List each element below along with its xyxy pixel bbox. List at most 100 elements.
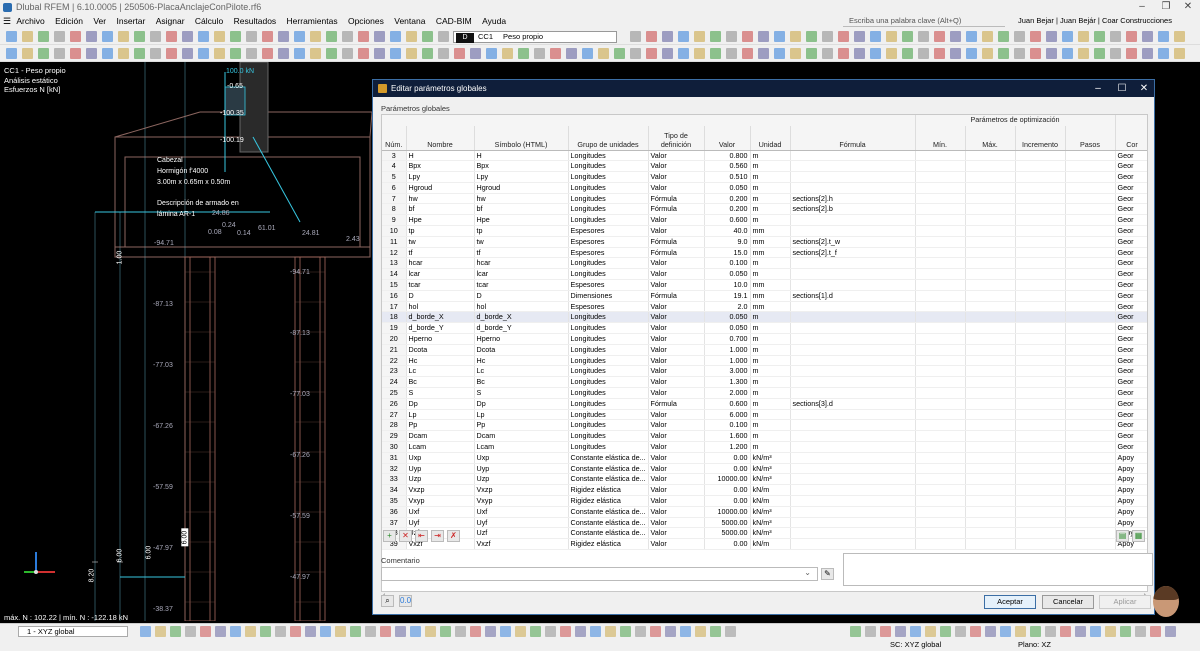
param-unit[interactable]: kN/m³ <box>750 506 791 518</box>
toolbar-tool-icon[interactable] <box>310 31 321 42</box>
snap-tool-icon[interactable] <box>895 626 906 637</box>
opt-max[interactable] <box>965 387 1016 399</box>
unit-group[interactable]: Longitudes <box>568 193 649 205</box>
param-comment[interactable]: Geor <box>1115 290 1147 302</box>
opt-max[interactable] <box>965 355 1016 367</box>
opt-steps[interactable] <box>1065 387 1116 399</box>
toolbar-tool-icon[interactable] <box>742 48 753 59</box>
opt-max[interactable] <box>965 430 1016 443</box>
param-value[interactable]: 15.0 <box>704 247 751 259</box>
row-number[interactable]: 30 <box>382 441 407 453</box>
opt-min[interactable] <box>915 398 966 410</box>
unit-group[interactable]: Longitudes <box>568 268 649 281</box>
view-tool-icon[interactable] <box>275 626 286 637</box>
toolbar-tool-icon[interactable] <box>1142 48 1153 59</box>
opt-max[interactable] <box>965 452 1016 464</box>
view-tool-icon[interactable] <box>185 626 196 637</box>
comment-edit-icon[interactable]: ✎ <box>821 568 834 580</box>
dialog-minimize-button[interactable]: – <box>1087 80 1109 97</box>
opt-steps[interactable] <box>1065 376 1116 389</box>
table-row[interactable]: 13 hcar hcar Longitudes Valor 0.100 m Geor <box>382 257 1147 270</box>
opt-increment[interactable] <box>1015 203 1066 216</box>
view-tool-icon[interactable] <box>620 626 631 637</box>
param-value[interactable]: 1.000 <box>704 344 751 356</box>
toolbar-tool-icon[interactable] <box>166 31 177 42</box>
toolbar-tool-icon[interactable] <box>150 31 161 42</box>
definition-type[interactable]: Valor <box>648 387 705 399</box>
opt-min[interactable] <box>915 203 966 216</box>
unit-group[interactable]: Longitudes <box>568 311 649 324</box>
opt-max[interactable] <box>965 193 1016 205</box>
toolbar-tool-icon[interactable] <box>374 31 385 42</box>
view-tool-icon[interactable] <box>245 626 256 637</box>
param-value[interactable]: 40.0 <box>704 225 751 237</box>
toolbar-tool-icon[interactable] <box>598 48 609 59</box>
toolbar-tool-icon[interactable] <box>374 48 385 59</box>
row-number[interactable]: 15 <box>382 279 407 291</box>
toolbar-tool-icon[interactable] <box>1014 48 1025 59</box>
snap-tool-icon[interactable] <box>1030 626 1041 637</box>
param-comment[interactable]: Geor <box>1115 236 1147 248</box>
opt-steps[interactable] <box>1065 441 1116 453</box>
opt-max[interactable] <box>965 301 1016 313</box>
view-tool-icon[interactable] <box>155 626 166 637</box>
opt-increment[interactable] <box>1015 463 1066 475</box>
param-formula[interactable] <box>790 517 916 529</box>
toolbar-tool-icon[interactable] <box>1030 31 1041 42</box>
toolbar-tool-icon[interactable] <box>406 48 417 59</box>
toolbar-tool-icon[interactable] <box>310 48 321 59</box>
param-comment[interactable]: Apoy <box>1115 495 1147 507</box>
opt-increment[interactable] <box>1015 484 1066 496</box>
param-value[interactable]: 0.600 <box>704 214 751 227</box>
param-name[interactable]: Hc <box>406 355 475 367</box>
snap-tool-icon[interactable] <box>1120 626 1131 637</box>
view-tool-icon[interactable] <box>725 626 736 637</box>
opt-increment[interactable] <box>1015 236 1066 248</box>
view-tool-icon[interactable] <box>260 626 271 637</box>
param-value[interactable]: 0.00 <box>704 495 751 507</box>
param-symbol[interactable]: Lcam <box>474 441 569 453</box>
table-row[interactable]: 26 Dp Dp Longitudes Fórmula 0.600 m sections[3]… <box>382 398 1147 410</box>
param-comment[interactable]: Apoy <box>1115 517 1147 529</box>
toolbar-tool-icon[interactable] <box>918 48 929 59</box>
toolbar-tool-icon[interactable] <box>870 31 881 42</box>
param-formula[interactable] <box>790 365 916 378</box>
opt-min[interactable] <box>915 517 966 529</box>
param-value[interactable]: 0.200 <box>704 203 751 216</box>
view-tool-icon[interactable] <box>710 626 721 637</box>
param-unit[interactable]: m <box>750 268 791 281</box>
param-value[interactable]: 1.300 <box>704 376 751 389</box>
definition-type[interactable]: Fórmula <box>648 398 705 410</box>
definition-type[interactable]: Fórmula <box>648 290 705 302</box>
opt-min[interactable] <box>915 150 966 162</box>
param-comment[interactable]: Geor <box>1115 182 1147 194</box>
toolbar-tool-icon[interactable] <box>278 31 289 42</box>
col-symbol[interactable]: Símbolo (HTML) <box>474 126 569 151</box>
param-symbol[interactable]: D <box>474 290 569 302</box>
toolbar-tool-icon[interactable] <box>1062 31 1073 42</box>
opt-steps[interactable] <box>1065 419 1116 432</box>
user-label[interactable]: Juan Bejar | Juan Bejár | Coar Construcc… <box>1018 14 1172 28</box>
opt-steps[interactable] <box>1065 150 1116 162</box>
unit-group[interactable]: Longitudes <box>568 441 649 453</box>
opt-steps[interactable] <box>1065 236 1116 248</box>
table-row[interactable]: 24 Bc Bc Longitudes Valor 1.300 m Geor <box>382 376 1147 389</box>
snap-tool-icon[interactable] <box>865 626 876 637</box>
toolbar-tool-icon[interactable] <box>182 48 193 59</box>
param-name[interactable]: Pp <box>406 419 475 432</box>
opt-min[interactable] <box>915 452 966 464</box>
opt-steps[interactable] <box>1065 463 1116 475</box>
view-tool-icon[interactable] <box>605 626 616 637</box>
snap-tool-icon[interactable] <box>955 626 966 637</box>
units-icon[interactable]: 0.0 <box>399 595 412 607</box>
definition-type[interactable]: Fórmula <box>648 236 705 248</box>
view-tool-icon[interactable] <box>560 626 571 637</box>
view-selector[interactable]: 1 - XYZ global <box>18 626 128 637</box>
param-formula[interactable] <box>790 409 916 421</box>
toolbar-tool-icon[interactable] <box>134 48 145 59</box>
toolbar-tool-icon[interactable] <box>502 48 513 59</box>
col-min[interactable]: Mín. <box>915 126 966 151</box>
opt-steps[interactable] <box>1065 268 1116 281</box>
toolbar-tool-icon[interactable] <box>294 48 305 59</box>
param-symbol[interactable]: hw <box>474 193 569 205</box>
